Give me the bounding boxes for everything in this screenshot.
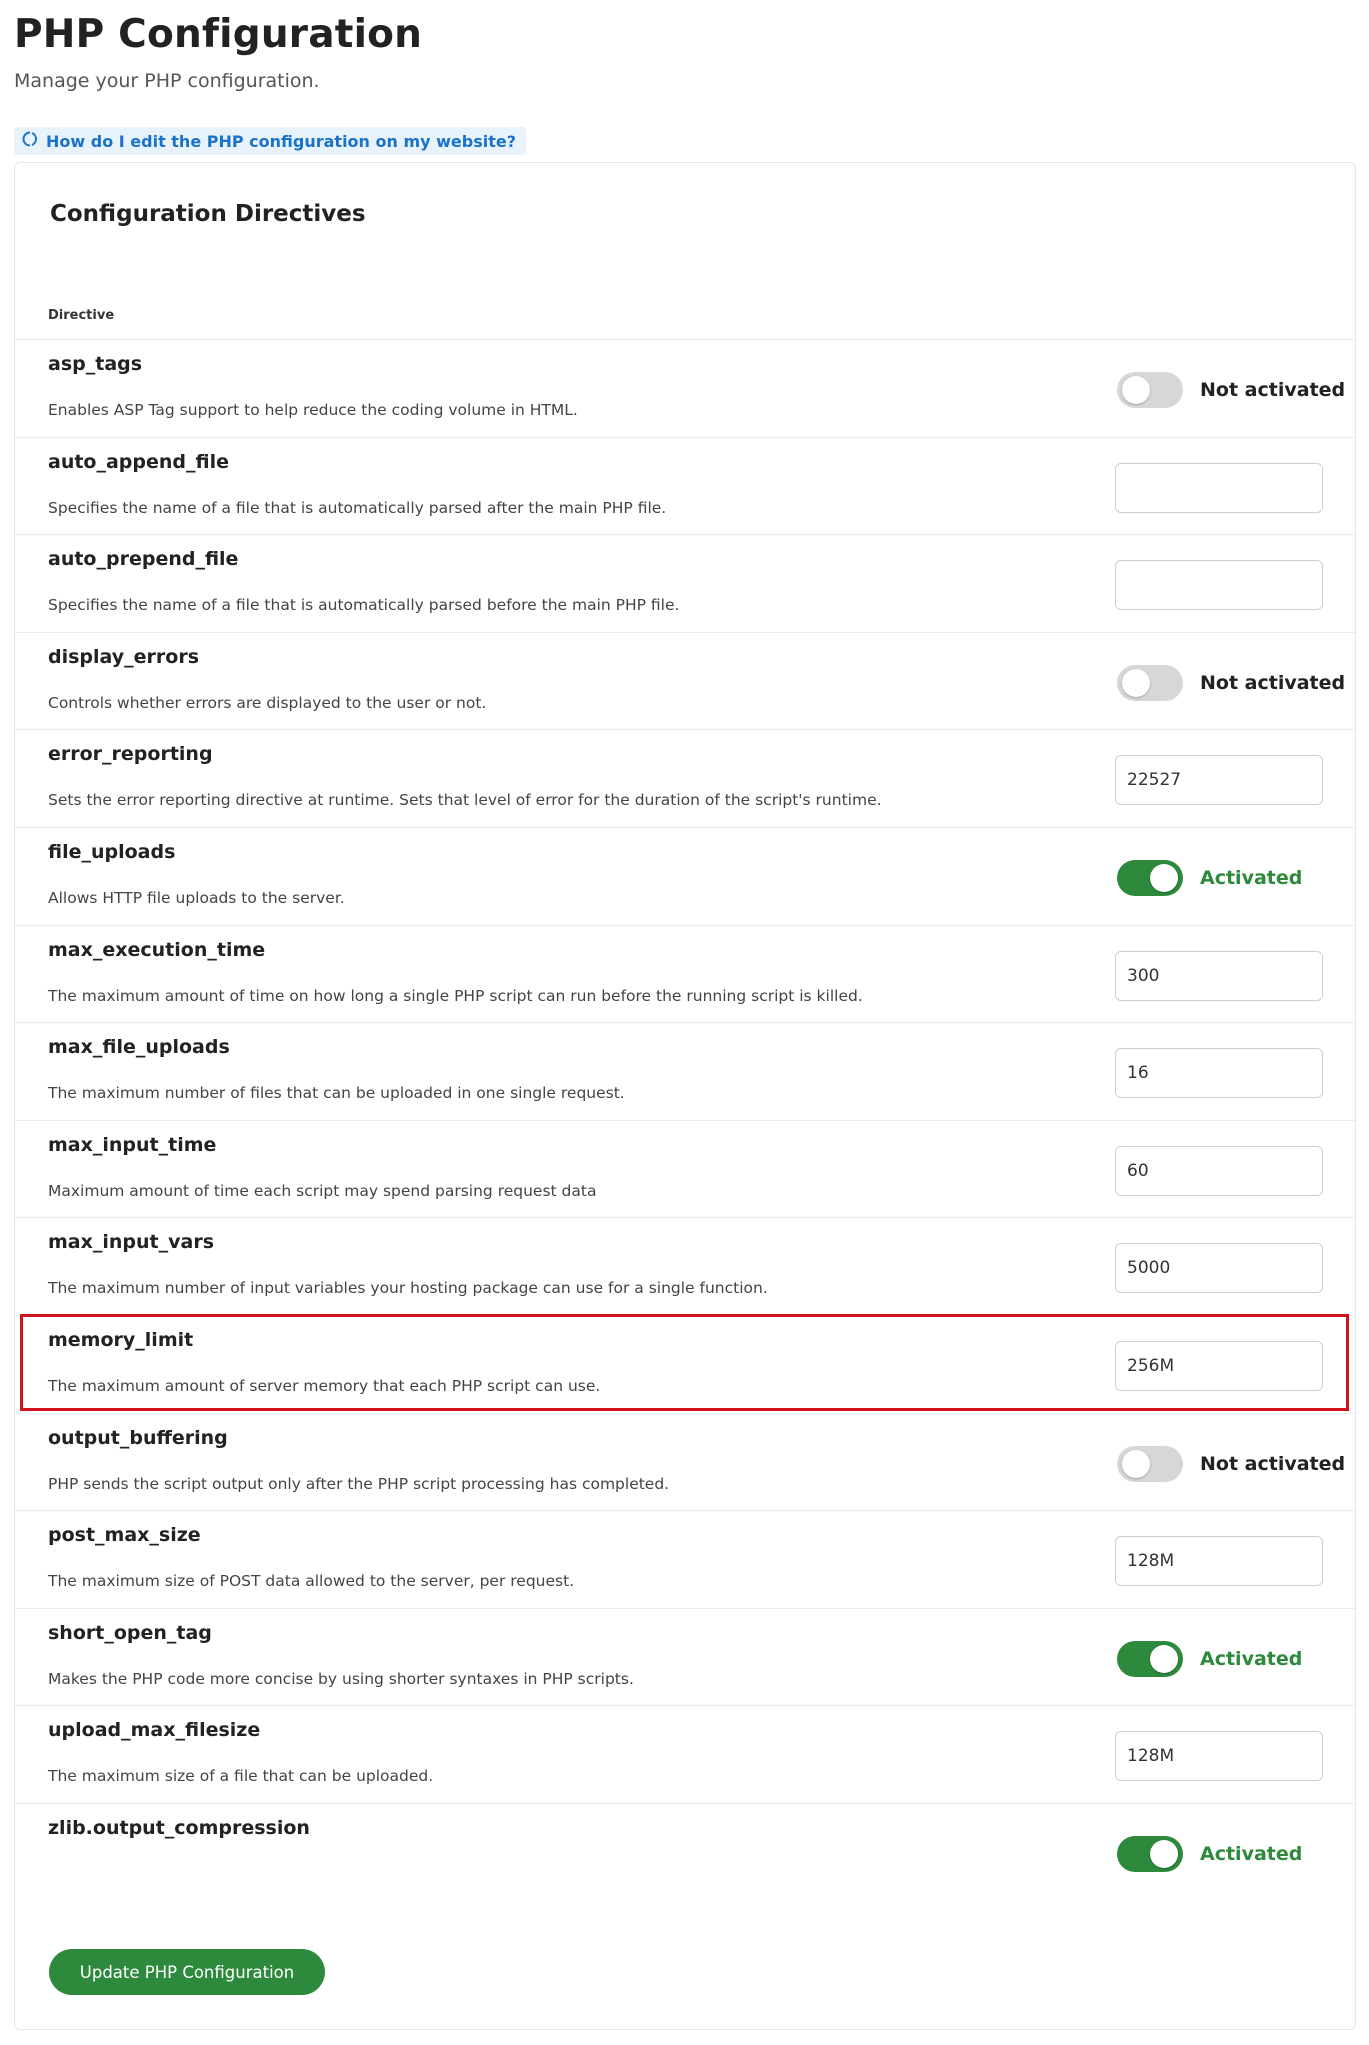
directive-row: display_errors Controls whether errors ar… <box>15 631 1355 730</box>
directive-row: file_uploads Allows HTTP file uploads to … <box>15 826 1355 925</box>
page-title: PHP Configuration <box>14 12 423 57</box>
directive-description: The maximum number of input variables yo… <box>48 1279 768 1298</box>
directive-description: Maximum amount of time each script may s… <box>48 1181 597 1200</box>
directive-row: error_reporting Sets the error reporting … <box>15 729 1355 827</box>
directive-name: asp_tags <box>48 353 143 375</box>
directive-toggle[interactable] <box>1117 859 1183 896</box>
directive-name: max_file_uploads <box>48 1036 230 1059</box>
configuration-card: Configuration Directives Directive asp_t… <box>14 162 1356 2030</box>
toggle-knob <box>1122 668 1150 697</box>
directive-row: upload_max_filesize The maximum size of a… <box>15 1705 1355 1803</box>
directive-value-input[interactable] <box>1115 462 1323 513</box>
card-title: Configuration Directives <box>50 201 366 227</box>
toggle-knob <box>1150 1839 1178 1868</box>
directive-name: max_input_time <box>48 1133 217 1156</box>
directive-value-input[interactable] <box>1115 1145 1323 1196</box>
directive-name: short_open_tag <box>48 1621 212 1644</box>
directive-value-input[interactable] <box>1115 950 1323 1001</box>
directive-value-input[interactable] <box>1115 1340 1323 1391</box>
directive-value-input[interactable] <box>1115 755 1323 806</box>
directive-description: The maximum size of POST data allowed to… <box>48 1572 575 1591</box>
directive-description: The maximum size of a file that can be u… <box>48 1767 434 1786</box>
directive-name: auto_append_file <box>48 450 230 473</box>
toggle-status-label: Not activated <box>1200 671 1346 694</box>
directive-toggle[interactable] <box>1117 372 1183 408</box>
directive-description: Allows HTTP file uploads to the server. <box>48 888 345 907</box>
directive-toggle[interactable] <box>1117 1445 1183 1482</box>
directive-description: Sets the error reporting directive at ru… <box>48 791 882 810</box>
directive-description: Controls whether errors are displayed to… <box>48 693 487 712</box>
directive-description: PHP sends the script output only after t… <box>48 1474 670 1493</box>
directive-name: display_errors <box>48 645 200 668</box>
toggle-knob <box>1150 1644 1178 1673</box>
directive-description: Specifies the name of a file that is aut… <box>48 596 680 615</box>
page-subtitle: Manage your PHP configuration. <box>14 70 320 92</box>
directive-value-input[interactable] <box>1115 1048 1323 1099</box>
directive-value-input[interactable] <box>1115 560 1323 611</box>
directive-description: Makes the PHP code more concise by using… <box>48 1669 634 1688</box>
directive-row: memory_limit The maximum amount of server… <box>15 1314 1355 1413</box>
directive-row: auto_prepend_file Specifies the name of a… <box>15 534 1355 632</box>
directive-toggle[interactable] <box>1117 664 1183 701</box>
directive-description: The maximum amount of time on how long a… <box>48 986 863 1005</box>
directive-value-input[interactable] <box>1115 1731 1323 1782</box>
directive-row: short_open_tag Makes the PHP code more co… <box>15 1607 1355 1706</box>
directive-row: asp_tags Enables ASP Tag support to help … <box>15 339 1355 437</box>
spinner-circle-icon <box>22 131 38 151</box>
directive-row: max_execution_time The maximum amount of … <box>15 924 1355 1023</box>
directive-description: Specifies the name of a file that is aut… <box>48 498 667 517</box>
directive-list: asp_tags Enables ASP Tag support to help … <box>15 339 1355 1933</box>
directive-row: max_input_vars The maximum number of inpu… <box>15 1217 1355 1315</box>
directive-row: zlib.output_compression Activated <box>15 1802 1355 1933</box>
directive-name: max_execution_time <box>48 938 266 961</box>
directive-name: error_reporting <box>48 743 213 766</box>
directive-name: upload_max_filesize <box>48 1719 261 1742</box>
toggle-status-label: Not activated <box>1200 379 1346 401</box>
directive-row: output_buffering PHP sends the script out… <box>15 1412 1355 1511</box>
directive-description: Enables ASP Tag support to help reduce t… <box>48 401 578 419</box>
update-config-button[interactable]: Update PHP Configuration <box>49 1949 325 1995</box>
toggle-knob <box>1122 376 1150 404</box>
directive-name: file_uploads <box>48 840 176 863</box>
help-link[interactable]: How do I edit the PHP configuration on m… <box>14 127 526 155</box>
toggle-status-label: Activated <box>1200 1842 1303 1865</box>
column-header-directive: Directive <box>48 308 115 323</box>
directive-row: max_file_uploads The maximum number of fi… <box>15 1022 1355 1120</box>
directive-description: The maximum amount of server memory that… <box>48 1376 601 1395</box>
directive-toggle[interactable] <box>1117 1835 1183 1872</box>
directive-description: The maximum number of files that can be … <box>48 1084 625 1103</box>
directive-name: max_input_vars <box>48 1231 215 1254</box>
help-link-label: How do I edit the PHP configuration on m… <box>46 131 516 151</box>
toggle-knob <box>1150 863 1178 892</box>
directive-toggle[interactable] <box>1117 1640 1183 1677</box>
directive-row: post_max_size The maximum size of POST da… <box>15 1510 1355 1608</box>
directive-name: memory_limit <box>48 1328 194 1351</box>
directive-row: auto_append_file Specifies the name of a … <box>15 436 1355 535</box>
toggle-status-label: Activated <box>1200 1647 1303 1670</box>
toggle-status-label: Not activated <box>1200 1452 1346 1475</box>
directive-value-input[interactable] <box>1115 1243 1323 1294</box>
directive-name: output_buffering <box>48 1426 228 1449</box>
directive-row: max_input_time Maximum amount of time eac… <box>15 1119 1355 1218</box>
directive-name: zlib.output_compression <box>48 1816 310 1839</box>
toggle-status-label: Activated <box>1200 866 1303 889</box>
directive-name: auto_prepend_file <box>48 548 239 571</box>
directive-value-input[interactable] <box>1115 1536 1323 1587</box>
toggle-knob <box>1122 1449 1150 1478</box>
directive-name: post_max_size <box>48 1524 201 1547</box>
